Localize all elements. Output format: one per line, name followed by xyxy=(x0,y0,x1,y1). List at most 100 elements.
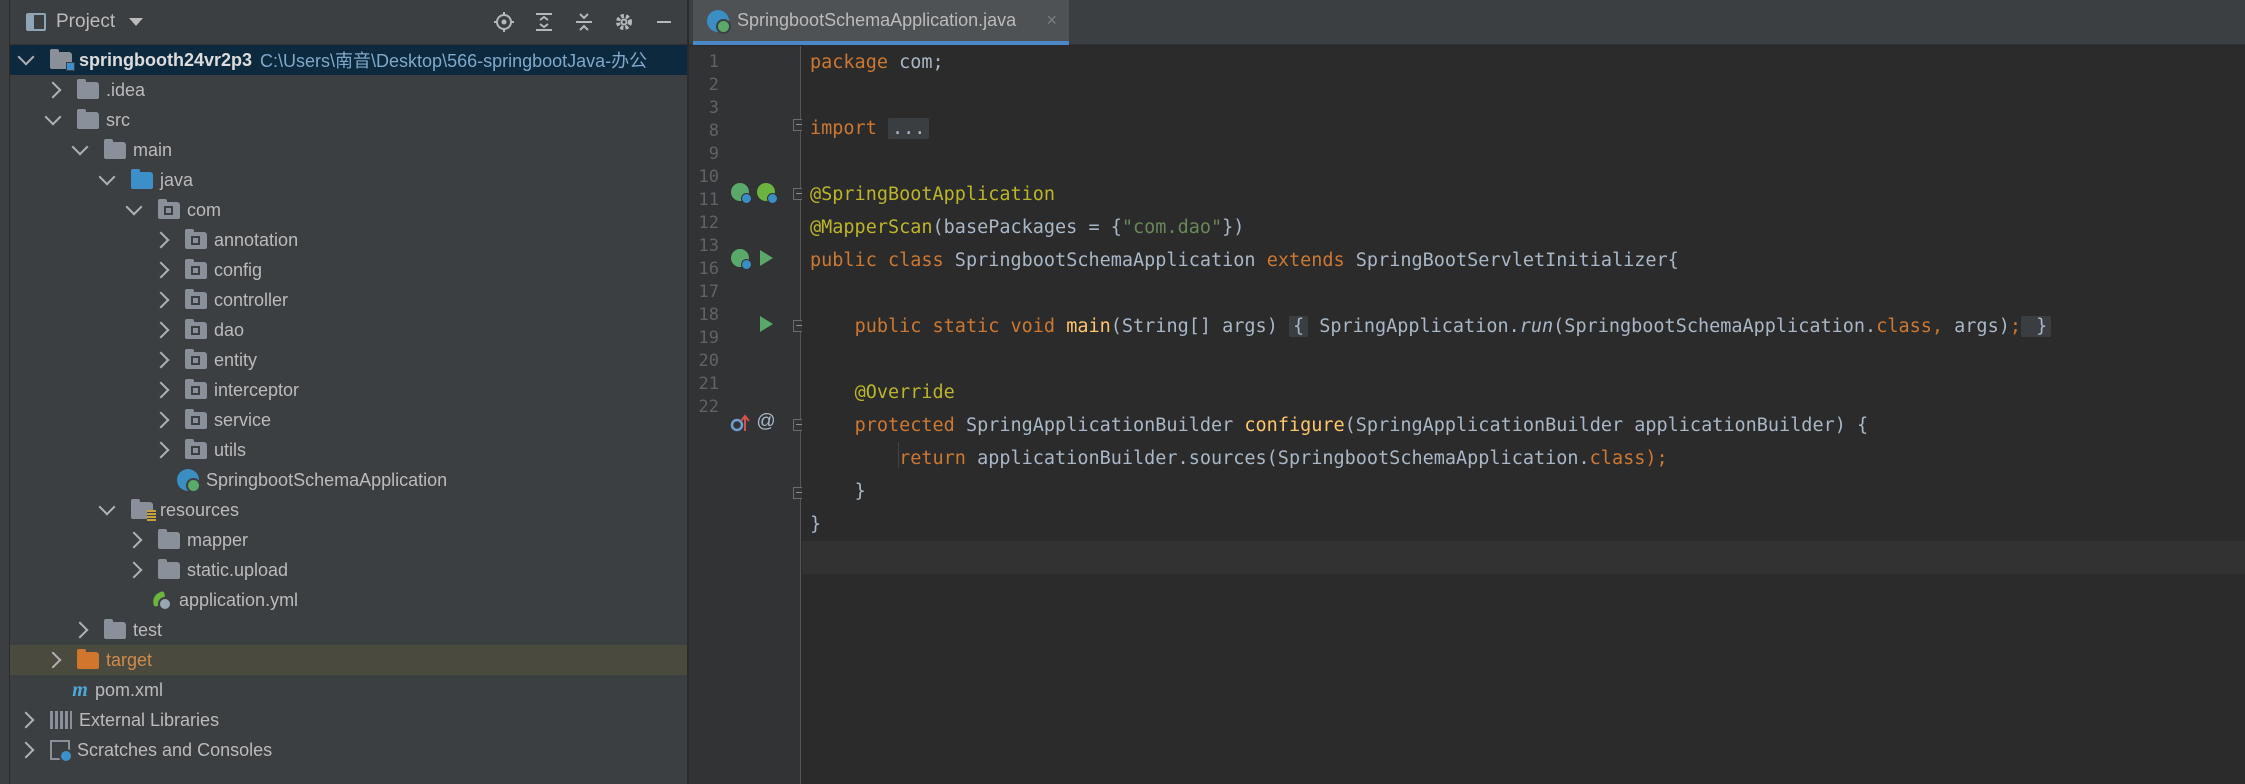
package-icon xyxy=(185,228,207,249)
tree-item-java[interactable]: java xyxy=(10,165,687,195)
tree-item-main[interactable]: main xyxy=(10,135,687,165)
chevron-right-icon[interactable] xyxy=(152,351,170,369)
chevron-right-icon[interactable] xyxy=(152,321,170,339)
tree-item-label: application.yml xyxy=(179,589,299,610)
tree-item-scratches[interactable]: Scratches and Consoles xyxy=(10,735,687,765)
at-icon[interactable]: @ xyxy=(756,411,776,432)
code-line-18: protected SpringApplicationBuilder confi… xyxy=(810,409,1869,442)
chevron-right-icon[interactable] xyxy=(152,291,170,309)
libraries-icon xyxy=(50,711,72,729)
chevron-right-icon[interactable] xyxy=(125,531,143,549)
chevron-right-icon[interactable] xyxy=(44,651,62,669)
tree-item-dao[interactable]: dao xyxy=(10,315,687,345)
tree-item-resources[interactable]: resources xyxy=(10,495,687,525)
package-icon xyxy=(185,288,207,309)
tree-item-utils[interactable]: utils xyxy=(10,435,687,465)
tree-item-target[interactable]: target xyxy=(10,645,687,675)
spring-bean-icon[interactable] xyxy=(730,248,752,270)
code-token: (SpringbootSchemaApplication. xyxy=(1553,316,1877,337)
maven-icon: m xyxy=(72,678,88,701)
tree-item-static[interactable]: static.upload xyxy=(10,555,687,585)
tree-item-idea[interactable]: .idea xyxy=(10,75,687,105)
tree-item-pom[interactable]: m pom.xml xyxy=(10,675,687,705)
chevron-right-icon[interactable] xyxy=(152,411,170,429)
chevron-down-icon[interactable] xyxy=(17,48,35,66)
tree-item-mapper[interactable]: mapper xyxy=(10,525,687,555)
code-line-11: public class SpringbootSchemaApplication… xyxy=(810,244,1679,277)
code-token: @Override xyxy=(854,382,955,403)
tree-item-controller[interactable]: controller xyxy=(10,285,687,315)
override-method-icon[interactable] xyxy=(730,413,750,433)
code-token: (String[] args) xyxy=(1110,316,1289,337)
package-icon xyxy=(185,378,207,399)
tree-item-app[interactable]: SpringbootSchemaApplication xyxy=(10,465,687,495)
chevron-down-icon[interactable] xyxy=(125,198,143,216)
code-token: configure xyxy=(1244,415,1345,436)
spring-class-icon xyxy=(707,9,731,34)
code-token: extends xyxy=(1266,250,1345,271)
chevron-right-icon[interactable] xyxy=(71,621,89,639)
locate-icon[interactable] xyxy=(491,8,517,36)
chevron-down-icon[interactable] xyxy=(44,108,62,126)
code-editor[interactable]: package com; import ... @SpringBootAppli… xyxy=(802,46,2245,784)
chevron-down-icon[interactable] xyxy=(71,138,89,156)
chevron-down-icon[interactable] xyxy=(98,498,116,516)
close-icon[interactable]: × xyxy=(1046,10,1057,31)
code-token: }) xyxy=(1222,217,1245,238)
chevron-right-icon[interactable] xyxy=(17,711,35,729)
project-view-title[interactable]: Project xyxy=(56,11,115,33)
code-token: run xyxy=(1519,316,1554,337)
tree-item-appyml[interactable]: application.yml xyxy=(10,585,687,615)
chevron-right-icon[interactable] xyxy=(44,81,62,99)
tree-item-entity[interactable]: entity xyxy=(10,345,687,375)
expand-all-icon[interactable] xyxy=(531,8,557,36)
tree-item-interceptor[interactable]: interceptor xyxy=(10,375,687,405)
chevron-down-icon[interactable] xyxy=(129,18,144,26)
tree-item-service[interactable]: service xyxy=(10,405,687,435)
tree-item-root[interactable]: springbooth24vr2p3 C:\Users\南音\Desktop\56… xyxy=(10,45,687,75)
tree-item-extlibs[interactable]: External Libraries xyxy=(10,705,687,735)
code-token: protected xyxy=(854,415,955,436)
folded-block-open[interactable]: { xyxy=(1288,316,1309,337)
chevron-right-icon[interactable] xyxy=(152,441,170,459)
chevron-right-icon[interactable] xyxy=(125,561,143,579)
package-icon xyxy=(185,348,207,369)
spring-boot-icon[interactable] xyxy=(756,182,778,204)
code-token: return xyxy=(899,448,966,469)
tree-item-label: main xyxy=(133,139,173,160)
project-path: C:\Users\南音\Desktop\566-springbootJava-办… xyxy=(260,51,648,71)
collapse-all-icon[interactable] xyxy=(571,8,597,36)
tree-item-test[interactable]: test xyxy=(10,615,687,645)
tree-item-src[interactable]: src xyxy=(10,105,687,135)
tree-item-label: annotation xyxy=(214,229,299,250)
tree-item-com[interactable]: com xyxy=(10,195,687,225)
editor-tab-bar: SpringbootSchemaApplication.java × xyxy=(689,0,2245,45)
gear-icon[interactable] xyxy=(611,8,637,36)
chevron-down-icon[interactable] xyxy=(98,168,116,186)
code-line-1: package com; xyxy=(810,46,944,79)
project-panel-toolbar xyxy=(491,8,677,36)
tab-springboot-schema-application[interactable]: SpringbootSchemaApplication.java × xyxy=(693,0,1069,45)
run-icon[interactable] xyxy=(756,248,776,268)
code-token: SpringApplicationBuilder xyxy=(954,415,1245,436)
code-token: package xyxy=(810,52,888,73)
chevron-right-icon[interactable] xyxy=(152,231,170,249)
minimize-icon[interactable] xyxy=(651,8,677,36)
spring-bean-icon[interactable] xyxy=(730,182,752,204)
chevron-right-icon[interactable] xyxy=(152,261,170,279)
tree-item-label: test xyxy=(133,619,163,640)
editor-gutter: 1 2 3 8 9 10 11 12 13 16 17 18 19 20 21 … xyxy=(689,46,805,784)
spring-class-icon xyxy=(177,469,201,493)
project-tool-window: Project springbooth24vr2p3 C:\Users\南音\De… xyxy=(10,0,688,784)
tree-item-annotation[interactable]: annotation xyxy=(10,225,687,255)
folded-imports[interactable]: ... xyxy=(887,118,930,139)
code-token: } xyxy=(854,481,866,502)
tree-item-config[interactable]: config xyxy=(10,255,687,285)
chevron-right-icon[interactable] xyxy=(17,741,35,759)
run-icon[interactable] xyxy=(756,314,776,334)
code-line-9: @SpringBootApplication xyxy=(810,178,1055,211)
code-token: (basePackages = { xyxy=(932,217,1122,238)
folded-block-close[interactable]: } xyxy=(2020,316,2052,337)
tree-item-label: resources xyxy=(160,499,240,520)
chevron-right-icon[interactable] xyxy=(152,381,170,399)
